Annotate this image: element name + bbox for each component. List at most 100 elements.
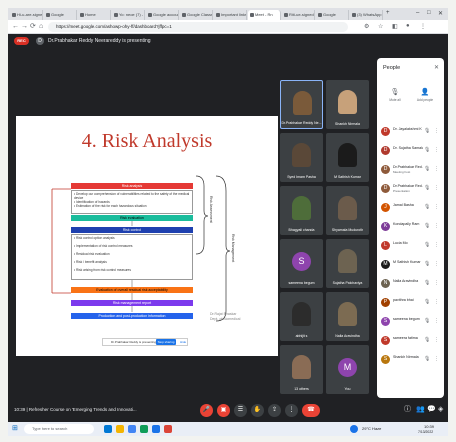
participant-tile[interactable]: Syed Imam Pasha: [280, 133, 323, 182]
tab-favicon-icon: [148, 13, 152, 17]
participant-tile[interactable]: 13 others: [280, 345, 323, 394]
people-icon[interactable]: 👥: [416, 406, 425, 414]
camera-toggle-button[interactable]: ▣: [217, 404, 230, 417]
raise-hand-button[interactable]: ✋: [251, 404, 264, 417]
store-app-icon[interactable]: [140, 425, 148, 433]
more-options-icon[interactable]: ⋮: [434, 147, 439, 153]
more-options-icon[interactable]: ⋮: [434, 166, 439, 172]
more-options-icon[interactable]: ⋮: [434, 261, 439, 267]
stop-sharing-button[interactable]: Stop sharing: [156, 339, 176, 345]
browser-tab[interactable]: Google account: [146, 10, 179, 20]
browser-tab[interactable]: (3) WhatsApp: [350, 10, 383, 20]
production-info-bar: Production and post-production informati…: [71, 313, 193, 319]
menu-icon[interactable]: ⋮: [420, 23, 426, 30]
window-close-icon[interactable]: ✕: [438, 10, 443, 17]
home-icon[interactable]: ⌂: [39, 23, 43, 31]
browser-tab[interactable]: Hi-u-are-signed-: [10, 10, 43, 20]
activities-icon[interactable]: ◈: [438, 406, 443, 414]
chat-icon[interactable]: 💬: [427, 406, 436, 414]
participant-tile[interactable]: abhijit s: [280, 292, 323, 341]
people-list-item[interactable]: MM Sathish Kumar 🎙 ⋮: [377, 255, 444, 274]
reload-icon[interactable]: ⟳: [30, 23, 36, 31]
people-list-item[interactable]: N Nalla Aravindha 🎙 ⋮: [377, 274, 444, 293]
chrome-app-icon[interactable]: [128, 425, 136, 433]
mic-toggle-button[interactable]: 🎤: [200, 404, 213, 417]
mic-status-icon: 🎙: [424, 204, 431, 210]
people-list-item[interactable]: D Dr.Prabhakar Red... Presentation 🎙 ⋮: [377, 179, 444, 198]
people-list-item[interactable]: L Lucia Mo 🎙 ⋮: [377, 236, 444, 255]
people-list-item[interactable]: Ssameera fatima 🎙 ⋮: [377, 331, 444, 350]
close-icon[interactable]: ✕: [434, 64, 439, 71]
leave-call-button[interactable]: ☎: [302, 404, 320, 417]
present-button[interactable]: ⇪: [268, 404, 281, 417]
participant-tile[interactable]: Ssameena begum: [280, 239, 323, 288]
participant-tile[interactable]: M Sathish Kumar: [326, 133, 369, 182]
add-people-button[interactable]: 👤 Add people: [413, 88, 437, 102]
people-list-item[interactable]: S Shankh Nirmala 🎙 ⋮: [377, 350, 444, 369]
windows-start-icon[interactable]: ⊞: [12, 425, 20, 433]
more-options-icon[interactable]: ⋮: [434, 280, 439, 286]
browser-tab[interactable]: Meet - Rn: [248, 10, 281, 20]
participant-tile[interactable]: Sujatha Palchaviya: [326, 239, 369, 288]
tab-label: Google: [323, 12, 336, 17]
people-list-item[interactable]: D Dr.Prabhakar Red... Meeting host 🎙 ⋮: [377, 160, 444, 179]
tab-label: Google account: [153, 12, 179, 17]
extension-icon[interactable]: ◧: [392, 23, 398, 30]
participant-tile[interactable]: Shankh Nirmala: [326, 80, 369, 129]
more-options-button[interactable]: ⋮: [285, 404, 298, 417]
forward-icon[interactable]: →: [21, 23, 28, 31]
participant-tile[interactable]: Dr.Prabhakar Reddy Ne...: [280, 80, 323, 129]
mic-off-icon: 🎙: [390, 89, 400, 96]
mail-app-icon[interactable]: [152, 425, 160, 433]
profile-icon[interactable]: ●: [406, 23, 410, 29]
more-options-icon[interactable]: ⋮: [434, 356, 439, 362]
participant-tile[interactable]: M You: [326, 345, 369, 394]
people-list-item[interactable]: D Dr. Jayalakshmi K 🎙 ⋮: [377, 122, 444, 141]
browser-tab[interactable]: Google Classr: [180, 10, 213, 20]
new-tab-icon[interactable]: +: [386, 10, 390, 16]
more-options-icon[interactable]: ⋮: [434, 337, 439, 343]
participant-avatar: S: [381, 317, 390, 326]
participant-video: [338, 302, 357, 326]
more-options-icon[interactable]: ⋮: [434, 185, 439, 191]
more-options-icon[interactable]: ⋮: [434, 299, 439, 305]
browser-tab[interactable]: Home: [78, 10, 111, 20]
browser-tab[interactable]: Riti-ue-signed: [282, 10, 315, 20]
tab-label: Google: [51, 12, 64, 17]
people-list-item[interactable]: J Jamal Basha 🎙 ⋮: [377, 198, 444, 217]
participant-tile[interactable]: Bhagyali chanda: [280, 186, 323, 235]
hide-dialog-button[interactable]: Hide: [180, 339, 186, 345]
people-list-item[interactable]: D Dr. Sujatha Samala 🎙 ⋮: [377, 141, 444, 160]
more-options-icon[interactable]: ⋮: [434, 204, 439, 210]
more-options-icon[interactable]: ⋮: [434, 318, 439, 324]
info-icon[interactable]: ⓘ: [404, 406, 411, 414]
participant-video: [292, 355, 311, 379]
url-field[interactable]: https://meet.google.com/ashowp-ohy-ff/da…: [48, 22, 348, 32]
maximize-icon[interactable]: □: [427, 10, 431, 16]
back-icon[interactable]: ←: [12, 23, 19, 31]
extensions-icon[interactable]: ⚙: [364, 23, 369, 30]
risk-analysis-body: • Develop our comprehension of vulnerabi…: [71, 190, 193, 214]
edge-app-icon[interactable]: [104, 425, 112, 433]
participant-tile[interactable]: Nalla Aravindha: [326, 292, 369, 341]
more-options-icon[interactable]: ⋮: [434, 128, 439, 134]
app-icon[interactable]: [164, 425, 172, 433]
minimize-icon[interactable]: –: [416, 10, 419, 16]
participant-avatar: S: [292, 252, 311, 271]
taskbar-search[interactable]: Type here to search: [24, 424, 94, 434]
browser-tab[interactable]: Google: [316, 10, 349, 20]
browser-tab[interactable]: Yo: neoe (7) - meet: [112, 10, 145, 20]
people-list-item[interactable]: Ppavithra bhai 🎙 ⋮: [377, 293, 444, 312]
participant-avatar: S: [381, 355, 390, 364]
people-list-item[interactable]: K Kondapally Ram 🎙 ⋮: [377, 217, 444, 236]
people-list-item[interactable]: Ssameena begum 🎙 ⋮: [377, 312, 444, 331]
mute-all-button[interactable]: 🎙 Mute all: [383, 88, 407, 102]
file-explorer-icon[interactable]: [116, 425, 124, 433]
captions-button[interactable]: ☰: [234, 404, 247, 417]
browser-tab[interactable]: Important links: [214, 10, 247, 20]
bookmark-icon[interactable]: ☆: [378, 23, 383, 30]
browser-tab[interactable]: Google: [44, 10, 77, 20]
more-options-icon[interactable]: ⋮: [434, 223, 439, 229]
participant-tile[interactable]: Shyamala Muduroth: [326, 186, 369, 235]
more-options-icon[interactable]: ⋮: [434, 242, 439, 248]
